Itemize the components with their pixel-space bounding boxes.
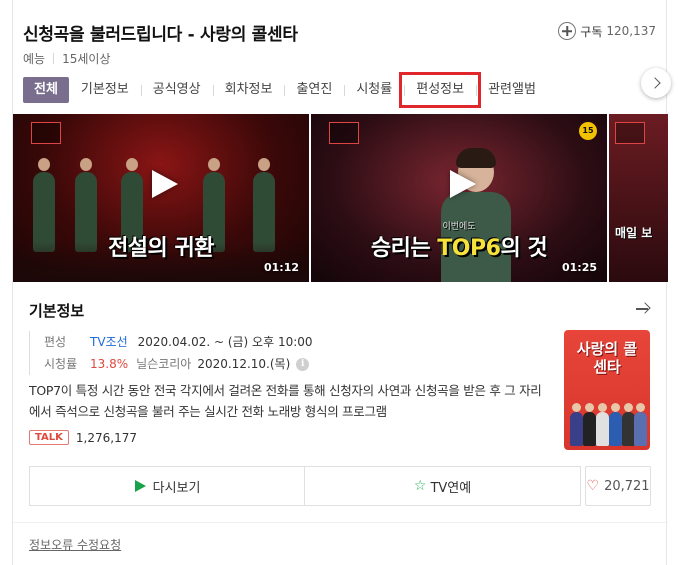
tv-entertainment-label: TV연예 xyxy=(430,480,472,496)
tab-bar: 전체 기본정보 공식영상 회차정보 출연진 시청률 편성정보 관련앨범 xyxy=(23,72,658,108)
tab-albums[interactable]: 관련앨범 xyxy=(476,77,548,103)
caption-end: 의 것 xyxy=(500,236,548,261)
video-caption: 전설의 귀환 xyxy=(13,230,309,262)
program-meta: 예능 15세이상 xyxy=(23,50,110,67)
video-thumbnail[interactable]: 15 이번에도 승리는 TOP6의 것 01:25 xyxy=(311,114,607,282)
caption-accent: TOP6 xyxy=(437,236,501,261)
poster-title: 사랑의 콜센타 xyxy=(576,340,638,376)
age-rating-label: 15세이상 xyxy=(62,52,111,66)
plus-icon xyxy=(558,22,577,40)
show-logo-icon xyxy=(31,122,61,144)
video-duration: 01:12 xyxy=(263,261,299,274)
show-logo-icon xyxy=(615,122,645,144)
caption-accent: 의 귀환 xyxy=(147,236,215,261)
watch-again-label: 다시보기 xyxy=(152,480,201,496)
action-bar: 다시보기 ☆ TV연예 ♡ 20,721 xyxy=(29,466,652,506)
heart-icon: ♡ xyxy=(586,478,600,494)
tab-official-videos[interactable]: 공식영상 xyxy=(140,77,213,103)
ratings-label: 시청률 xyxy=(44,357,78,371)
poster-person xyxy=(596,403,609,446)
ratings-source: 닐슨코리아 xyxy=(136,357,192,371)
program-poster[interactable]: 사랑의 콜센타 xyxy=(564,330,650,450)
tv-entertainment-button[interactable]: ☆ TV연예 xyxy=(305,466,582,506)
info-rows: 편성 TV조선 2020.04.02. ~ (금) 오후 10:00 시청률 1… xyxy=(29,331,313,375)
program-title[interactable]: 신청곡을 불러드립니다 - 사랑의 콜센타 xyxy=(23,20,298,45)
poster-person xyxy=(570,403,583,446)
ratings-value: 13.8% xyxy=(90,357,129,371)
like-count: 20,721 xyxy=(604,478,650,494)
program-card: 신청곡을 불러드립니다 - 사랑의 콜센타 예능 15세이상 구독 120,13… xyxy=(12,0,671,565)
arrow-right-icon[interactable] xyxy=(634,300,652,318)
video-thumbnail[interactable]: 전설의 귀환 01:12 xyxy=(13,114,309,282)
caption-main: 승리는 xyxy=(370,236,438,261)
video-strip: 전설의 귀환 01:12 15 이번에도 승리는 TOP6의 것 01:25 매… xyxy=(13,114,668,282)
channel-link[interactable]: TV조선 xyxy=(90,332,128,352)
ratings-date: 2020.12.10.(목) xyxy=(197,357,291,371)
basic-info-heading: 기본정보 xyxy=(29,302,85,320)
divider xyxy=(13,522,668,523)
poster-people xyxy=(568,400,647,446)
play-icon xyxy=(134,480,146,492)
star-icon: ☆ xyxy=(413,478,427,494)
tab-ratings[interactable]: 시청률 xyxy=(344,77,404,103)
play-icon[interactable] xyxy=(143,166,179,202)
talk-count: 1,276,177 xyxy=(75,430,137,445)
tab-cast[interactable]: 출연진 xyxy=(284,77,344,103)
schedule-value: 2020.04.02. ~ (금) 오후 10:00 xyxy=(137,335,313,349)
video-next-button[interactable] xyxy=(641,68,671,98)
play-icon[interactable] xyxy=(441,166,477,202)
tab-episodes[interactable]: 회차정보 xyxy=(212,77,285,103)
poster-person xyxy=(583,403,596,446)
tab-all[interactable]: 전체 xyxy=(23,77,69,103)
singer-hair xyxy=(456,148,496,168)
caption-main: 전설 xyxy=(108,236,148,261)
poster-person xyxy=(634,403,647,446)
report-error-link[interactable]: 정보오류 수정요청 xyxy=(29,536,121,553)
tab-schedule[interactable]: 편성정보 xyxy=(399,72,482,108)
video-duration: 01:25 xyxy=(561,261,597,274)
talk-badge: TALK xyxy=(29,430,69,445)
subscribe-label: 구독 xyxy=(580,24,603,39)
schedule-label: 편성 xyxy=(44,335,67,349)
ratings-row: 시청률 13.8% 닐슨코리아 2020.12.10.(목) i xyxy=(44,353,313,375)
like-button[interactable]: ♡ 20,721 xyxy=(585,466,652,506)
video-thumbnail[interactable]: 매일 보 xyxy=(609,114,668,282)
genre-label: 예능 xyxy=(23,52,46,66)
video-caption: 승리는 TOP6의 것 xyxy=(311,230,607,262)
subscribe-button[interactable]: 구독 120,137 xyxy=(558,22,656,40)
talk-row[interactable]: TALK 1,276,177 xyxy=(29,430,137,445)
tab-basic-info[interactable]: 기본정보 xyxy=(69,77,141,103)
video-caption: 매일 보 xyxy=(615,226,653,240)
poster-person xyxy=(609,403,622,446)
subscribe-count: 120,137 xyxy=(606,24,656,38)
show-logo-icon xyxy=(329,122,359,144)
watch-again-button[interactable]: 다시보기 xyxy=(29,466,306,506)
schedule-row: 편성 TV조선 2020.04.02. ~ (금) 오후 10:00 xyxy=(44,331,313,353)
program-description: TOP7이 특정 시간 동안 전국 각지에서 걸려온 전화를 통해 신청자의 사… xyxy=(29,383,542,419)
info-icon[interactable]: i xyxy=(296,357,310,371)
age-badge: 15 xyxy=(579,122,597,140)
meta-divider xyxy=(53,53,55,64)
